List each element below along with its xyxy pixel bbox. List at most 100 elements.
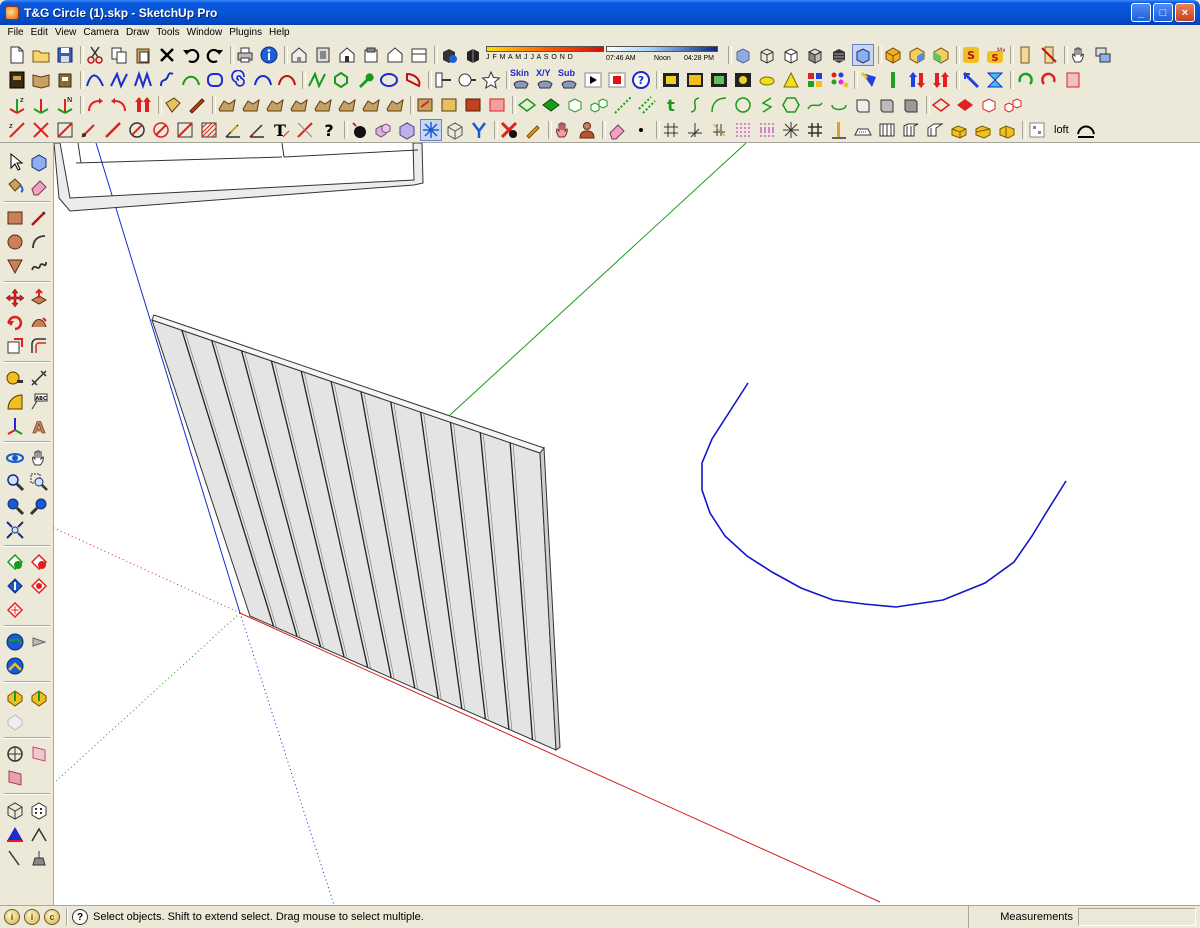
curve-red-icon[interactable] — [402, 69, 424, 91]
preview-earth-icon[interactable] — [28, 575, 50, 597]
back-view-icon[interactable] — [384, 44, 406, 66]
walk-camera-icon[interactable] — [28, 631, 50, 653]
rotate-green-icon[interactable] — [1014, 69, 1036, 91]
tongue-groove-panel[interactable] — [151, 314, 561, 751]
wireframe-cube-icon[interactable] — [4, 799, 26, 821]
box-half-icon[interactable] — [876, 94, 898, 116]
blue-arc-curve[interactable] — [701, 382, 1067, 608]
snowflake-icon[interactable] — [420, 118, 442, 141]
cubes-red-icon[interactable] — [1002, 94, 1024, 116]
menu-view[interactable]: View — [51, 25, 80, 41]
align-colors-icon[interactable] — [858, 69, 880, 91]
plugin-s2-icon[interactable]: S Mx — [984, 44, 1006, 66]
spiral-icon[interactable] — [228, 69, 250, 91]
diagonal-arrow-icon[interactable] — [960, 69, 982, 91]
vertical-bar-icon[interactable] — [828, 119, 850, 141]
plugin-s-icon[interactable]: S — [960, 44, 982, 66]
menu-help[interactable]: Help — [266, 25, 294, 41]
circle-icon[interactable] — [4, 231, 26, 253]
component-green-icon[interactable] — [930, 44, 952, 66]
zigzag-green-icon[interactable] — [306, 69, 328, 91]
line-pencil-icon[interactable] — [28, 207, 50, 229]
up-arrows-icon[interactable] — [906, 69, 928, 91]
bezier-curve-icon[interactable] — [84, 69, 106, 91]
hexagon-green-icon[interactable] — [780, 94, 802, 116]
cone-light-icon[interactable] — [780, 69, 802, 91]
stamp-tool-icon[interactable] — [28, 847, 50, 869]
xy-tool-icon[interactable]: X/Y — [534, 68, 556, 91]
star-lines-icon[interactable] — [780, 119, 802, 141]
polygon-icon[interactable] — [330, 69, 352, 91]
terrain-1-icon[interactable] — [216, 94, 238, 116]
line-arrow-icon[interactable] — [294, 119, 316, 141]
share-model-icon[interactable] — [4, 655, 26, 677]
loft-button[interactable]: loft — [1050, 119, 1073, 141]
zoom-window-icon[interactable] — [28, 471, 50, 493]
terrain-5-icon[interactable] — [312, 94, 334, 116]
magenta-grid-icon[interactable] — [732, 119, 754, 141]
wrench-edit-icon[interactable] — [354, 69, 376, 91]
down-arrows-icon[interactable] — [930, 69, 952, 91]
hourglass-icon[interactable] — [984, 69, 1006, 91]
erase-delete-icon[interactable] — [156, 44, 178, 66]
earth-globe-icon[interactable] — [4, 631, 26, 653]
rhombus-red-filled-icon[interactable] — [954, 94, 976, 116]
red-cross-tool-icon[interactable] — [498, 119, 520, 141]
s-dish-icon[interactable] — [828, 94, 850, 116]
open-file-button[interactable] — [30, 44, 52, 66]
undo-button[interactable] — [180, 44, 202, 66]
solid-cube-icon[interactable] — [28, 799, 50, 821]
yellow-box-icon[interactable] — [948, 119, 970, 141]
section-plane-icon[interactable] — [28, 743, 50, 765]
tape-measure-icon[interactable] — [4, 367, 26, 389]
shadow-time-bar[interactable] — [606, 45, 718, 52]
sandbox-grid-icon[interactable] — [162, 94, 184, 116]
cut-button[interactable] — [84, 44, 106, 66]
film-green-icon[interactable] — [708, 69, 730, 91]
sub-tool-icon[interactable]: Sub — [558, 68, 580, 91]
previous-view-icon[interactable] — [4, 495, 26, 517]
sandbox-smoove-icon[interactable] — [186, 94, 208, 116]
make-component-icon[interactable] — [28, 151, 50, 173]
paint-pen-icon[interactable] — [522, 119, 544, 141]
share-component-icon[interactable] — [28, 687, 50, 709]
cube-red-icon[interactable] — [978, 94, 1000, 116]
paint-bucket-icon[interactable] — [4, 175, 26, 197]
shadow-time-slider[interactable]: J F M A M J J A S O N D 07:46 AM Noon 04… — [486, 44, 722, 66]
film-strip-icon[interactable] — [660, 69, 682, 91]
text-t-tool-icon[interactable]: T — [270, 119, 292, 141]
model-viewport[interactable] — [54, 143, 1200, 905]
pen-line-icon[interactable] — [78, 119, 100, 141]
axes-y-icon[interactable] — [30, 94, 52, 116]
shaded-style-icon[interactable] — [804, 44, 826, 66]
pink-cubes-icon[interactable] — [372, 119, 394, 141]
title-bar[interactable]: T&G Circle (1).skp - SketchUp Pro _ □ × — [0, 0, 1200, 25]
screen-grid-icon[interactable] — [1026, 119, 1048, 141]
up-down-red-icon[interactable] — [132, 94, 154, 116]
crosshair-icon[interactable] — [660, 119, 682, 141]
flip-edge-icon[interactable] — [486, 94, 508, 116]
rectangle-icon[interactable] — [4, 207, 26, 229]
circle-slash-icon[interactable] — [126, 119, 148, 141]
red-hook-icon[interactable] — [1062, 69, 1084, 91]
camera-movie-icon[interactable] — [732, 69, 754, 91]
measurements-input[interactable] — [1078, 908, 1196, 926]
sketchup-app-icon[interactable] — [5, 5, 19, 20]
dot-icon[interactable] — [630, 119, 652, 141]
partial-cabinet-model[interactable] — [54, 143, 424, 212]
hash-grid-icon[interactable] — [804, 119, 826, 141]
top-view-icon[interactable] — [312, 44, 334, 66]
pink-hand-icon[interactable] — [552, 119, 574, 141]
new-file-button[interactable] — [6, 44, 28, 66]
credits-icon[interactable]: i — [24, 909, 40, 925]
box-light-icon[interactable] — [852, 94, 874, 116]
magenta-grid-2-icon[interactable] — [756, 119, 778, 141]
zig-green-icon[interactable] — [756, 94, 778, 116]
cubes-green-icon[interactable] — [588, 94, 610, 116]
position-camera-icon[interactable] — [4, 743, 26, 765]
s-arrow-icon[interactable] — [804, 94, 826, 116]
plank-delete-icon[interactable] — [1038, 44, 1060, 66]
follow-me-icon[interactable] — [28, 311, 50, 333]
terrain-6-icon[interactable] — [336, 94, 358, 116]
close-button[interactable]: × — [1175, 3, 1195, 22]
